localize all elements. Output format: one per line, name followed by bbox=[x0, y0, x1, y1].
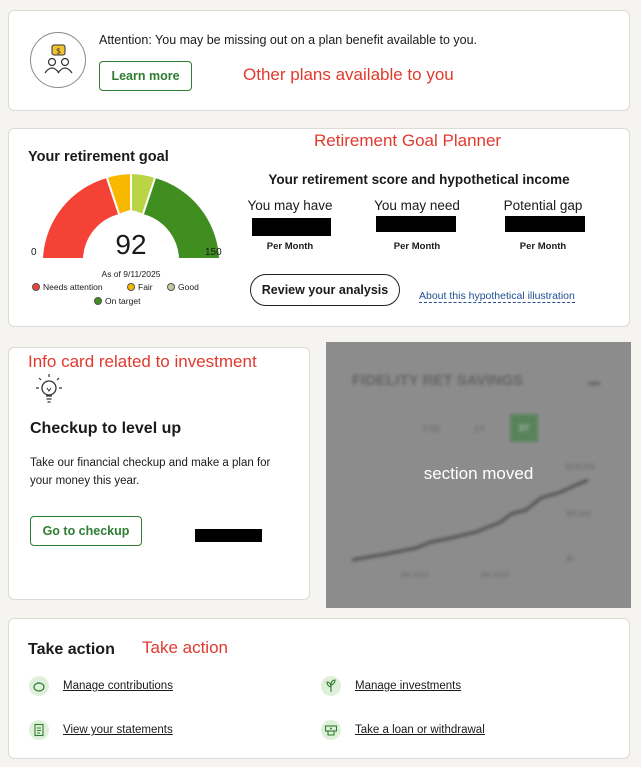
view-statements-link[interactable]: View your statements bbox=[29, 720, 173, 740]
cash-icon bbox=[321, 720, 341, 740]
metric-you-may-have-label: You may have bbox=[247, 198, 333, 213]
metric-potential-gap-label: Potential gap bbox=[503, 198, 583, 213]
manage-contributions-link[interactable]: Manage contributions bbox=[29, 676, 173, 696]
checkup-description: Take our financial checkup and make a pl… bbox=[30, 457, 271, 487]
view-statements-label: View your statements bbox=[63, 724, 173, 736]
gauge-min-label: 0 bbox=[31, 247, 37, 258]
piggy-bank-icon bbox=[29, 676, 49, 696]
retirement-score-subtitle: Your retirement score and hypothetical i… bbox=[268, 172, 570, 187]
metric-you-may-need-label: You may need bbox=[374, 198, 460, 213]
manage-contributions-label: Manage contributions bbox=[63, 680, 173, 692]
checkup-title: Checkup to level up bbox=[30, 420, 182, 437]
loan-withdrawal-link[interactable]: Take a loan or withdrawal bbox=[321, 720, 485, 740]
retirement-score-value: 92 bbox=[115, 229, 147, 260]
benefit-people-icon: $ bbox=[30, 32, 86, 88]
annotation-other-plans: Other plans available to you bbox=[243, 65, 454, 84]
moved-section-overlay: FIDELITY RET SAVINGS YTD 1Y 3Y $100,000 … bbox=[326, 342, 631, 608]
benefit-attention-card: $ Attention: You may be missing out on a… bbox=[8, 10, 630, 111]
metric-you-may-need-unit: Per Month bbox=[393, 241, 441, 252]
score-as-of-date: As of 9/11/2025 bbox=[101, 269, 161, 279]
retirement-goal-card: Retirement Goal Planner Your retirement … bbox=[8, 128, 630, 327]
annotation-take-action: Take action bbox=[142, 638, 228, 657]
legend-good: Good bbox=[167, 282, 199, 292]
take-action-title: Take action bbox=[28, 641, 115, 658]
metric-you-may-have-unit: Per Month bbox=[266, 241, 314, 252]
annotation-goal-planner: Retirement Goal Planner bbox=[314, 131, 502, 150]
manage-investments-link[interactable]: Manage investments bbox=[321, 676, 461, 696]
redacted-block bbox=[195, 529, 262, 542]
metric-potential-gap-unit: Per Month bbox=[519, 241, 567, 252]
redacted-potential-gap-value bbox=[505, 216, 585, 232]
review-analysis-button[interactable]: Review your analysis bbox=[250, 274, 400, 306]
lightbulb-icon bbox=[36, 374, 62, 403]
svg-text:$: $ bbox=[56, 47, 61, 56]
take-action-card: Take action Take action Manage contribut… bbox=[8, 618, 630, 759]
loan-withdrawal-label: Take a loan or withdrawal bbox=[355, 724, 485, 736]
redacted-you-may-have-value bbox=[252, 218, 331, 236]
annotation-info-card: Info card related to investment bbox=[28, 352, 257, 371]
legend-fair: Fair bbox=[127, 282, 153, 292]
redacted-you-may-need-value bbox=[376, 216, 456, 232]
checkup-card: Info card related to investment Checkup … bbox=[8, 347, 310, 600]
gauge-max-label: 150 bbox=[205, 247, 222, 258]
legend-needs-attention: Needs attention bbox=[32, 282, 103, 292]
plant-icon bbox=[321, 676, 341, 696]
document-icon bbox=[29, 720, 49, 740]
section-moved-label: section moved bbox=[423, 464, 534, 483]
learn-more-button[interactable]: Learn more bbox=[99, 61, 192, 91]
go-to-checkup-button[interactable]: Go to checkup bbox=[30, 516, 142, 546]
retirement-goal-title: Your retirement goal bbox=[28, 149, 169, 165]
about-illustration-link[interactable]: About this hypothetical illustration bbox=[419, 290, 575, 303]
manage-investments-label: Manage investments bbox=[355, 680, 462, 692]
attention-message: Attention: You may be missing out on a p… bbox=[99, 33, 478, 47]
legend-on-target: On target bbox=[94, 296, 140, 306]
